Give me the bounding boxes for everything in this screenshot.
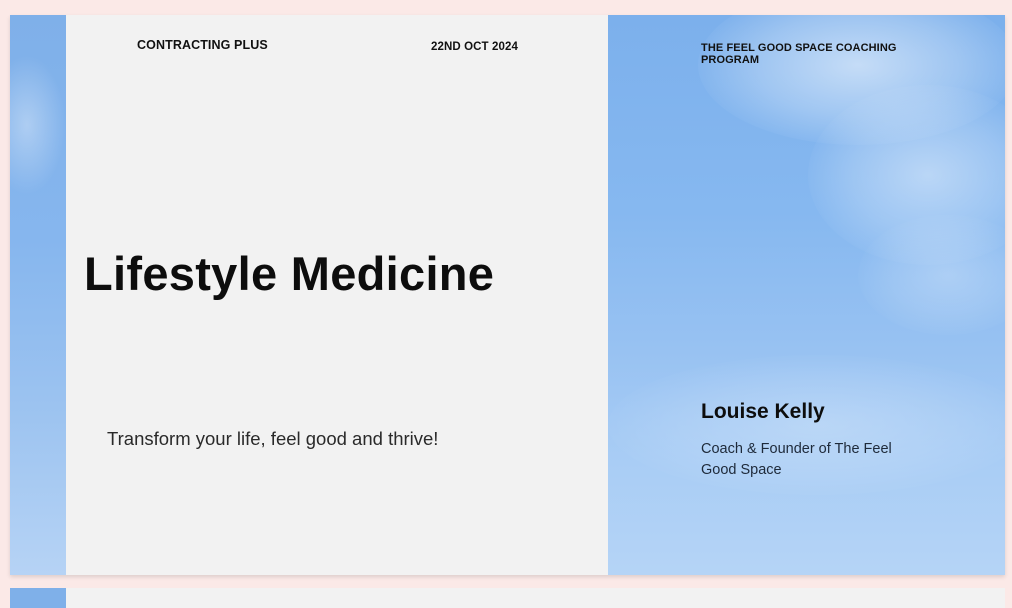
company-name: CONTRACTING PLUS	[137, 38, 268, 52]
next-slide-preview[interactable]	[10, 588, 1005, 608]
program-name: THE FEEL GOOD SPACE COACHING PROGRAM	[701, 42, 897, 66]
date-label: 22ND OCT 2024	[431, 41, 518, 53]
sky-image-left-strip	[10, 15, 66, 575]
presenter-name: Louise Kelly	[701, 400, 825, 423]
presenter-role: Coach & Founder of The Feel Good Space	[701, 441, 892, 478]
sky-image-left-strip	[10, 588, 66, 608]
slide-title: Lifestyle Medicine	[84, 247, 495, 300]
sky-image-right	[608, 15, 1005, 575]
slide-tagline: Transform your life, feel good and thriv…	[107, 428, 439, 449]
